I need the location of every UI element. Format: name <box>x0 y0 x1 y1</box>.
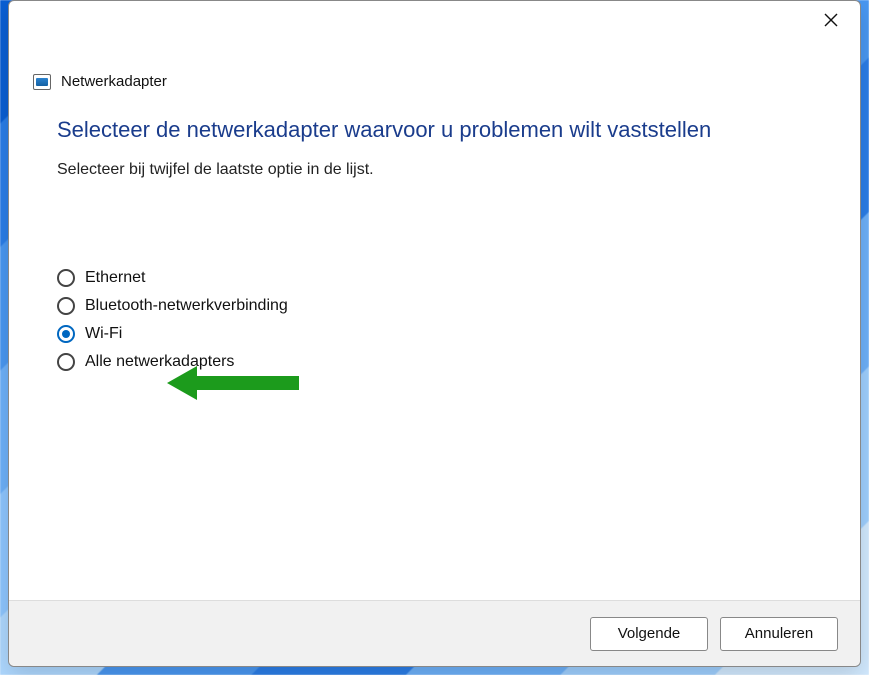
close-button[interactable] <box>808 2 854 38</box>
page-heading: Selecteer de netwerkadapter waarvoor u p… <box>57 117 812 143</box>
radio-icon <box>57 269 75 287</box>
cancel-button[interactable]: Annuleren <box>720 617 838 651</box>
adapter-options: Ethernet Bluetooth-netwerkverbinding Wi-… <box>57 269 812 371</box>
troubleshooter-window: Netwerkadapter Selecteer de netwerkadapt… <box>8 0 861 667</box>
page-subtext: Selecteer bij twijfel de laatste optie i… <box>57 161 812 179</box>
option-wifi[interactable]: Wi-Fi <box>57 325 812 343</box>
option-label: Wi-Fi <box>85 325 122 343</box>
dialog-footer: Volgende Annuleren <box>9 600 860 666</box>
option-label: Alle netwerkadapters <box>85 353 234 371</box>
radio-icon <box>57 353 75 371</box>
option-all-adapters[interactable]: Alle netwerkadapters <box>57 353 812 371</box>
close-icon <box>824 13 838 27</box>
option-label: Bluetooth-netwerkverbinding <box>85 297 288 315</box>
content-area: Selecteer de netwerkadapter waarvoor u p… <box>9 47 860 600</box>
radio-icon <box>57 297 75 315</box>
radio-icon <box>57 325 75 343</box>
titlebar <box>9 1 860 47</box>
option-bluetooth[interactable]: Bluetooth-netwerkverbinding <box>57 297 812 315</box>
next-button[interactable]: Volgende <box>590 617 708 651</box>
option-label: Ethernet <box>85 269 145 287</box>
option-ethernet[interactable]: Ethernet <box>57 269 812 287</box>
